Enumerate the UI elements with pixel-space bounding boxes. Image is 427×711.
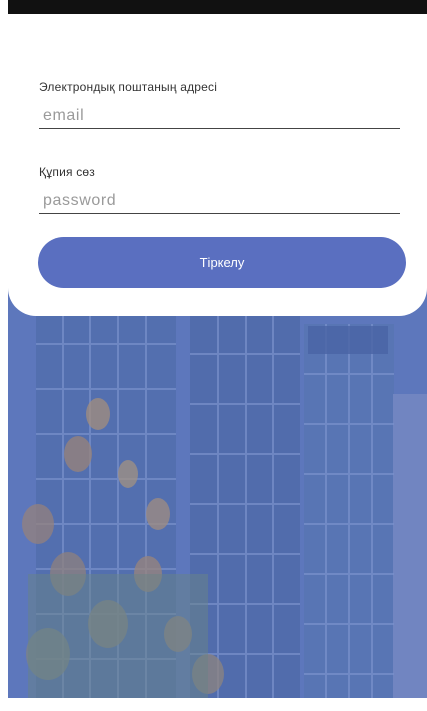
login-card: Электрондық поштаның адресі Құпия сөз Ті… [8, 14, 427, 316]
app-screen: Электрондық поштаның адресі Құпия сөз Ті… [8, 14, 427, 698]
email-field[interactable] [39, 103, 400, 129]
bottom-edge [8, 698, 427, 711]
status-bar [8, 0, 427, 14]
register-button[interactable]: Тіркелу [38, 237, 406, 288]
email-label: Электрондық поштаның адресі [39, 80, 218, 94]
password-field[interactable] [39, 188, 400, 214]
password-label: Құпия сөз [39, 165, 95, 179]
